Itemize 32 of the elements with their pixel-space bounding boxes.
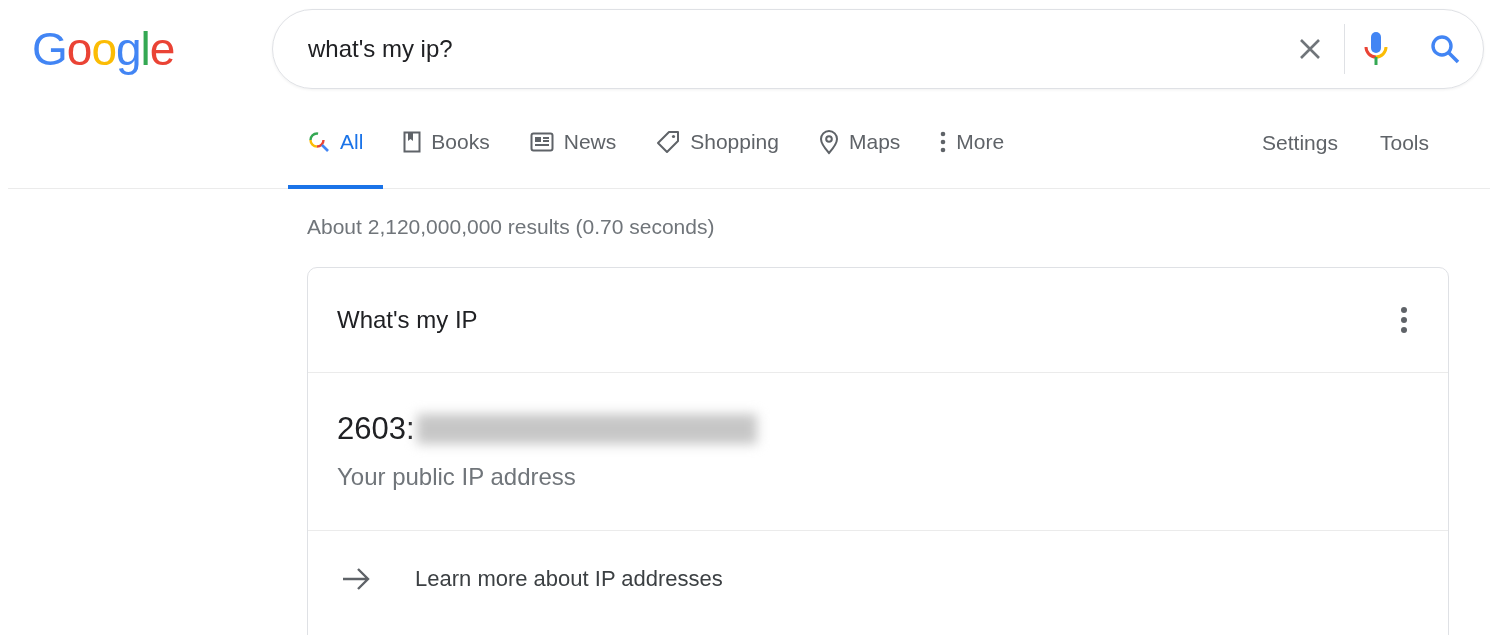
learn-more-link[interactable]: Learn more about IP addresses bbox=[415, 565, 723, 592]
newspaper-icon bbox=[529, 131, 554, 152]
result-stats: About 2,120,000,000 results (0.70 seconds) bbox=[307, 215, 716, 239]
ip-address: 2603: bbox=[337, 411, 415, 447]
tab-label: Shopping bbox=[690, 129, 779, 154]
tool-link[interactable]: Settings bbox=[1241, 98, 1359, 188]
tab-label: All bbox=[340, 129, 364, 154]
card-title: What's my IP bbox=[337, 306, 478, 334]
map-pin-icon bbox=[819, 128, 839, 155]
arrow-right-icon bbox=[341, 566, 371, 591]
search-icon bbox=[308, 130, 330, 153]
search-tab[interactable]: Books bbox=[383, 98, 510, 189]
microphone-icon[interactable] bbox=[1363, 31, 1389, 67]
search-icon[interactable] bbox=[1429, 33, 1461, 65]
tab-label: Books bbox=[431, 129, 490, 154]
tab-label: Maps bbox=[849, 129, 901, 154]
more-vert-icon bbox=[940, 130, 947, 153]
search-tab[interactable]: Shopping bbox=[636, 98, 799, 189]
close-icon[interactable] bbox=[1298, 37, 1322, 61]
book-icon bbox=[403, 130, 422, 153]
ip-caption: Your public IP address bbox=[337, 463, 577, 491]
tab-label: News bbox=[563, 129, 617, 154]
search-tab[interactable]: News bbox=[509, 98, 637, 189]
tab-label: More bbox=[956, 129, 1005, 154]
more-vert-icon[interactable] bbox=[1400, 306, 1408, 334]
tag-icon bbox=[656, 129, 681, 154]
tool-link[interactable]: Tools bbox=[1358, 98, 1450, 188]
search-tab[interactable]: Maps bbox=[799, 98, 921, 189]
search-tab[interactable]: All bbox=[288, 98, 384, 189]
google-logo[interactable]: Google bbox=[32, 22, 175, 76]
search-field[interactable]: what's my ip? bbox=[308, 35, 1298, 63]
search-tab[interactable]: More bbox=[920, 98, 1025, 189]
